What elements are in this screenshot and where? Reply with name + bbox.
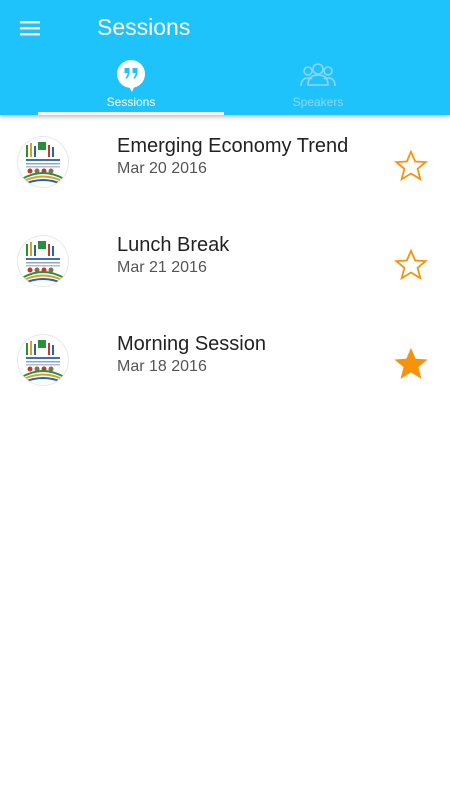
app-bar: Sessions Sessions Speakers	[0, 0, 450, 115]
tab-speakers[interactable]: Speakers	[225, 56, 411, 115]
people-group-icon	[300, 60, 336, 92]
event-logo-avatar	[18, 335, 68, 385]
favorite-toggle[interactable]	[388, 244, 434, 290]
tab-sessions-label: Sessions	[106, 95, 156, 109]
list-item[interactable]: Morning Session Mar 18 2016	[0, 313, 450, 412]
session-date: Mar 20 2016	[117, 160, 207, 177]
session-title: Emerging Economy Trend	[117, 135, 349, 157]
event-logo-avatar	[18, 137, 68, 187]
menu-button[interactable]	[14, 12, 46, 44]
list-item[interactable]: Lunch Break Mar 21 2016	[0, 214, 450, 313]
quote-bubble-icon	[116, 60, 146, 92]
session-date: Mar 21 2016	[117, 259, 207, 276]
star-filled-icon	[393, 346, 429, 387]
favorite-toggle[interactable]	[388, 343, 434, 389]
tab-speakers-label: Speakers	[292, 95, 344, 109]
tab-bar: Sessions Speakers	[0, 56, 450, 115]
hamburger-menu-icon	[20, 20, 40, 36]
list-item[interactable]: Emerging Economy Trend Mar 20 2016	[0, 115, 450, 214]
tab-sessions[interactable]: Sessions	[38, 56, 224, 115]
favorite-toggle[interactable]	[388, 145, 434, 191]
page-title: Sessions	[97, 14, 191, 40]
session-title: Morning Session	[117, 333, 266, 355]
session-date: Mar 18 2016	[117, 358, 207, 375]
star-outline-icon	[393, 148, 429, 189]
star-outline-icon	[393, 247, 429, 288]
session-title: Lunch Break	[117, 234, 230, 256]
event-logo-avatar	[18, 236, 68, 286]
toolbar: Sessions	[0, 0, 450, 56]
